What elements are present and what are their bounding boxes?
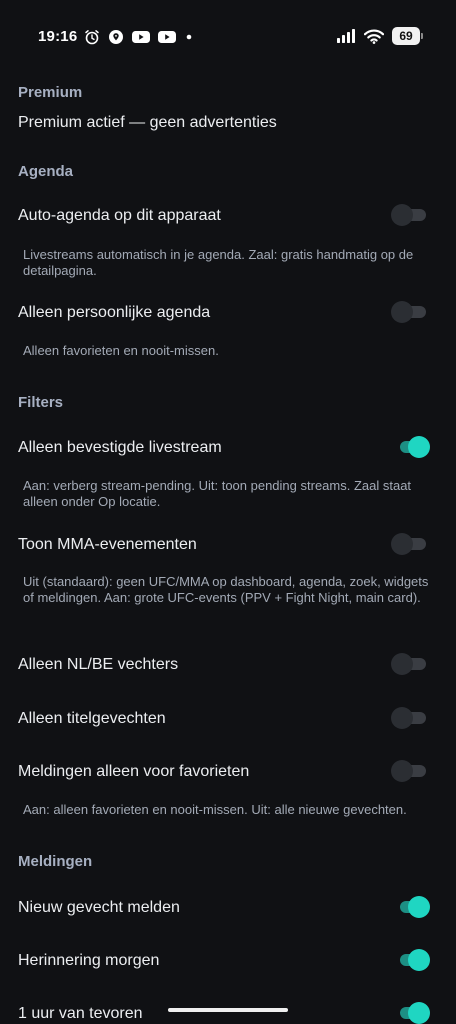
mma-events-description: Uit (standaard): geen UFC/MMA op dashboa…	[23, 574, 429, 605]
personal-agenda-toggle[interactable]	[390, 301, 430, 323]
toggle-thumb	[391, 653, 413, 675]
premium-status: Premium actief — geen advertenties	[18, 114, 277, 131]
reminder-tomorrow-label[interactable]: Herinnering morgen	[18, 952, 159, 970]
confirmed-livestream-toggle[interactable]	[390, 436, 430, 458]
toggle-thumb	[408, 896, 430, 918]
toggle-thumb	[408, 436, 430, 458]
youtube-icon	[158, 30, 176, 44]
toggle-thumb	[408, 949, 430, 971]
battery-icon: 69	[392, 27, 423, 45]
toggle-thumb	[391, 707, 413, 729]
status-time: 19:16	[38, 28, 78, 45]
dot-icon	[184, 32, 194, 42]
status-left-icons	[84, 29, 194, 45]
status-bar: 19:16 69	[0, 0, 456, 70]
reminder-tomorrow-toggle[interactable]	[390, 949, 430, 971]
favorites-notifications-description: Aan: alleen favorieten en nooit-missen. …	[23, 802, 407, 817]
one-hour-before-label[interactable]: 1 uur van tevoren	[18, 1005, 143, 1023]
section-header-filters: Filters	[18, 394, 64, 411]
youtube-icon	[132, 30, 150, 44]
toggle-thumb	[391, 301, 413, 323]
confirmed-livestream-label[interactable]: Alleen bevestigde livestream	[18, 439, 222, 457]
personal-agenda-description: Alleen favorieten en nooit-missen.	[23, 343, 219, 358]
toggle-thumb	[408, 1002, 430, 1024]
title-fights-toggle[interactable]	[390, 707, 430, 729]
auto-agenda-toggle[interactable]	[390, 204, 430, 226]
alarm-icon	[84, 29, 100, 45]
nl-be-fighters-label[interactable]: Alleen NL/BE vechters	[18, 656, 178, 674]
mma-events-label[interactable]: Toon MMA-evenementen	[18, 536, 197, 554]
section-header-notifications: Meldingen	[18, 853, 93, 870]
favorites-notifications-label[interactable]: Meldingen alleen voor favorieten	[18, 763, 249, 781]
nl-be-fighters-toggle[interactable]	[390, 653, 430, 675]
auto-agenda-description: Livestreams automatisch in je agenda. Za…	[23, 247, 414, 278]
confirmed-livestream-description: Aan: verberg stream-pending. Uit: toon p…	[23, 478, 412, 509]
toggle-thumb	[391, 204, 413, 226]
wifi-icon	[364, 29, 384, 44]
signal-icon	[337, 29, 356, 43]
new-fight-label[interactable]: Nieuw gevecht melden	[18, 899, 180, 917]
section-header-agenda: Agenda	[18, 163, 74, 180]
home-indicator[interactable]	[168, 1008, 288, 1012]
personal-agenda-label[interactable]: Alleen persoonlijke agenda	[18, 304, 210, 322]
favorites-notifications-toggle[interactable]	[390, 760, 430, 782]
title-fights-label[interactable]: Alleen titelgevechten	[18, 710, 166, 728]
one-hour-before-toggle[interactable]	[390, 1002, 430, 1024]
mma-events-toggle[interactable]	[390, 533, 430, 555]
battery-level: 69	[399, 29, 413, 43]
auto-agenda-label[interactable]: Auto-agenda op dit apparaat	[18, 207, 221, 225]
new-fight-toggle[interactable]	[390, 896, 430, 918]
section-header-premium: Premium	[18, 84, 83, 101]
location-pin-icon	[108, 29, 124, 45]
status-right-icons: 69	[337, 27, 423, 45]
toggle-thumb	[391, 760, 413, 782]
toggle-thumb	[391, 533, 413, 555]
